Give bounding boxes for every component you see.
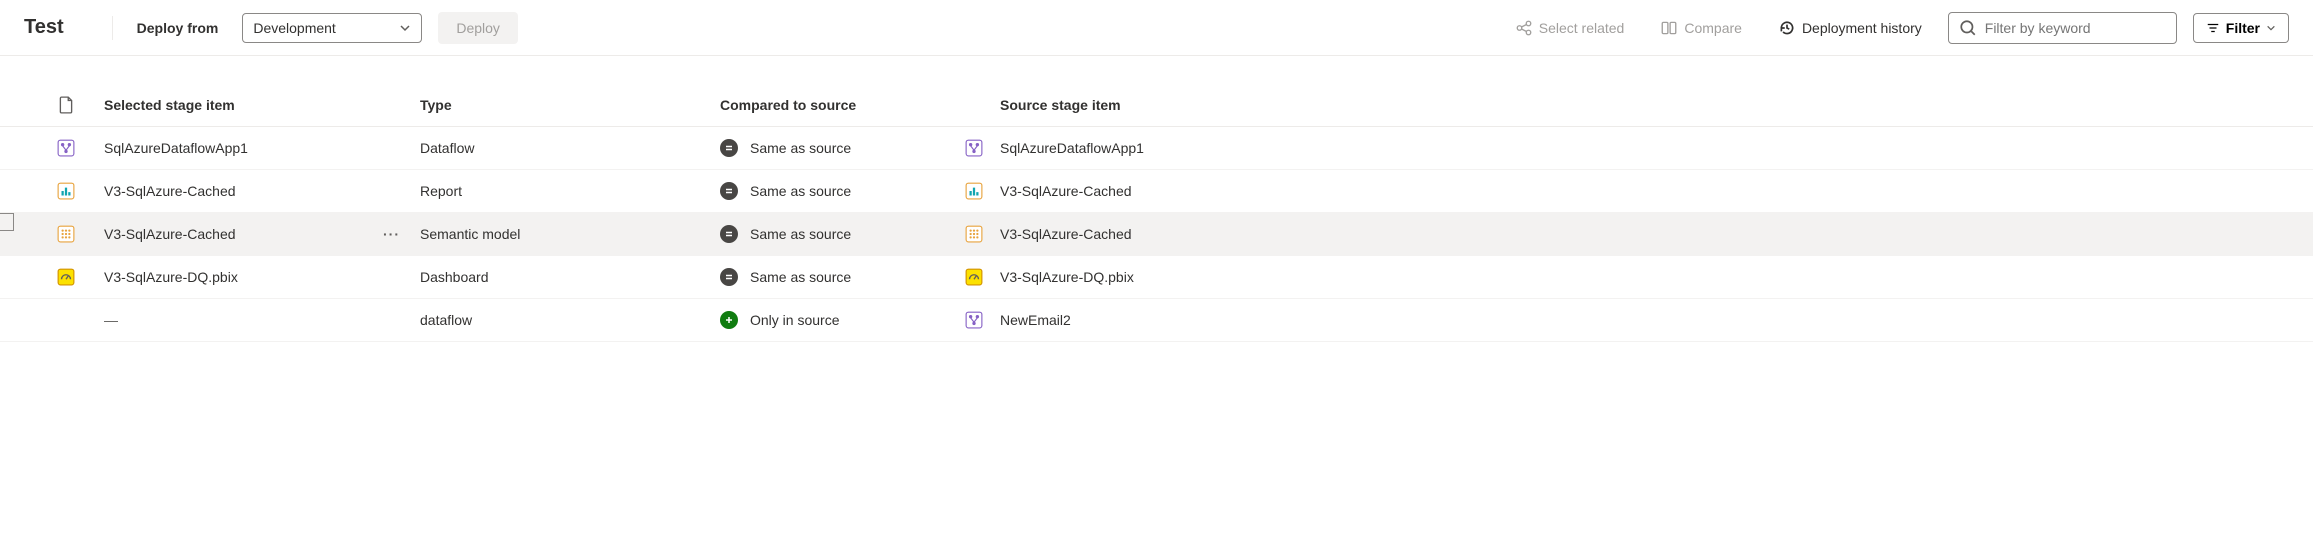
filter-icon	[2206, 21, 2220, 35]
dataset-icon	[965, 225, 983, 243]
search-box[interactable]	[1948, 12, 2177, 44]
file-icon	[57, 96, 75, 114]
item-name: V3-SqlAzure-DQ.pbix	[80, 269, 420, 285]
chevron-down-icon	[2266, 23, 2276, 33]
search-icon	[1959, 19, 1977, 37]
dashboard-icon	[57, 268, 75, 286]
equal-icon	[720, 225, 738, 243]
report-icon	[965, 182, 983, 200]
row-checkbox[interactable]	[0, 213, 14, 231]
table-row[interactable]: V3-SqlAzure-DQ.pbixDashboardSame as sour…	[0, 256, 2313, 299]
item-type: Dashboard	[420, 269, 720, 285]
table-row[interactable]: V3-SqlAzure-Cached···Semantic modelSame …	[0, 213, 2313, 256]
compare-icon	[1660, 19, 1678, 37]
deployment-history-label: Deployment history	[1802, 20, 1922, 36]
item-name: V3-SqlAzure-Cached···	[80, 226, 420, 242]
deploy-from-value: Development	[253, 20, 336, 36]
item-type: Report	[420, 183, 720, 199]
select-related-label: Select related	[1539, 20, 1625, 36]
comparison-status: Only in source	[750, 312, 839, 328]
plus-icon	[720, 311, 738, 329]
table-row[interactable]: V3-SqlAzure-CachedReportSame as sourceV3…	[0, 170, 2313, 213]
item-type: Dataflow	[420, 140, 720, 156]
dataflow-icon	[57, 139, 75, 157]
col-selected-header: Selected stage item	[80, 97, 420, 113]
equal-icon	[720, 182, 738, 200]
deploy-from-dropdown[interactable]: Development	[242, 13, 422, 43]
table-header: Selected stage item Type Compared to sou…	[0, 80, 2313, 127]
item-type: dataflow	[420, 312, 720, 328]
table-row[interactable]: —dataflow Only in source NewEmail2	[0, 299, 2313, 342]
compare-button[interactable]: Compare	[1650, 13, 1752, 43]
compare-label: Compare	[1684, 20, 1742, 36]
col-compared-header: Compared to source	[720, 97, 960, 113]
divider	[112, 16, 113, 40]
comparison-status: Same as source	[750, 226, 851, 242]
item-type: Semantic model	[420, 226, 720, 242]
filter-label: Filter	[2226, 20, 2260, 36]
source-item-name: SqlAzureDataflowApp1	[988, 140, 1144, 156]
deployment-history-button[interactable]: Deployment history	[1768, 13, 1932, 43]
stage-title: Test	[24, 16, 64, 39]
comparison-status: Same as source	[750, 183, 851, 199]
source-item-name: NewEmail2	[988, 312, 1071, 328]
item-name: V3-SqlAzure-Cached	[80, 183, 420, 199]
source-item-name: V3-SqlAzure-Cached	[988, 226, 1132, 242]
select-related-button[interactable]: Select related	[1505, 13, 1635, 43]
toolbar: Test Deploy from Development Deploy Sele…	[0, 0, 2313, 56]
comparison-status: Same as source	[750, 140, 851, 156]
report-icon	[57, 182, 75, 200]
chevron-down-icon	[399, 22, 411, 34]
deploy-from-label: Deploy from	[137, 20, 219, 36]
col-source-header: Source stage item	[988, 97, 1121, 113]
source-item-name: V3-SqlAzure-Cached	[988, 183, 1132, 199]
equal-icon	[720, 268, 738, 286]
equal-icon	[720, 139, 738, 157]
history-icon	[1778, 19, 1796, 37]
search-input[interactable]	[1985, 20, 2166, 36]
dataflow-icon	[965, 139, 983, 157]
source-item-name: V3-SqlAzure-DQ.pbix	[988, 269, 1134, 285]
comparison-status: Same as source	[750, 269, 851, 285]
dashboard-icon	[965, 268, 983, 286]
table-row[interactable]: SqlAzureDataflowApp1DataflowSame as sour…	[0, 127, 2313, 170]
related-icon	[1515, 19, 1533, 37]
deploy-button[interactable]: Deploy	[438, 12, 518, 44]
more-options-button[interactable]: ···	[383, 226, 400, 242]
comparison-table: Selected stage item Type Compared to sou…	[0, 80, 2313, 342]
filter-button[interactable]: Filter	[2193, 13, 2289, 43]
dataset-icon	[57, 225, 75, 243]
item-name: —	[80, 312, 420, 328]
dataflow-icon	[965, 311, 983, 329]
col-type-header: Type	[420, 97, 720, 113]
item-name: SqlAzureDataflowApp1	[80, 140, 420, 156]
